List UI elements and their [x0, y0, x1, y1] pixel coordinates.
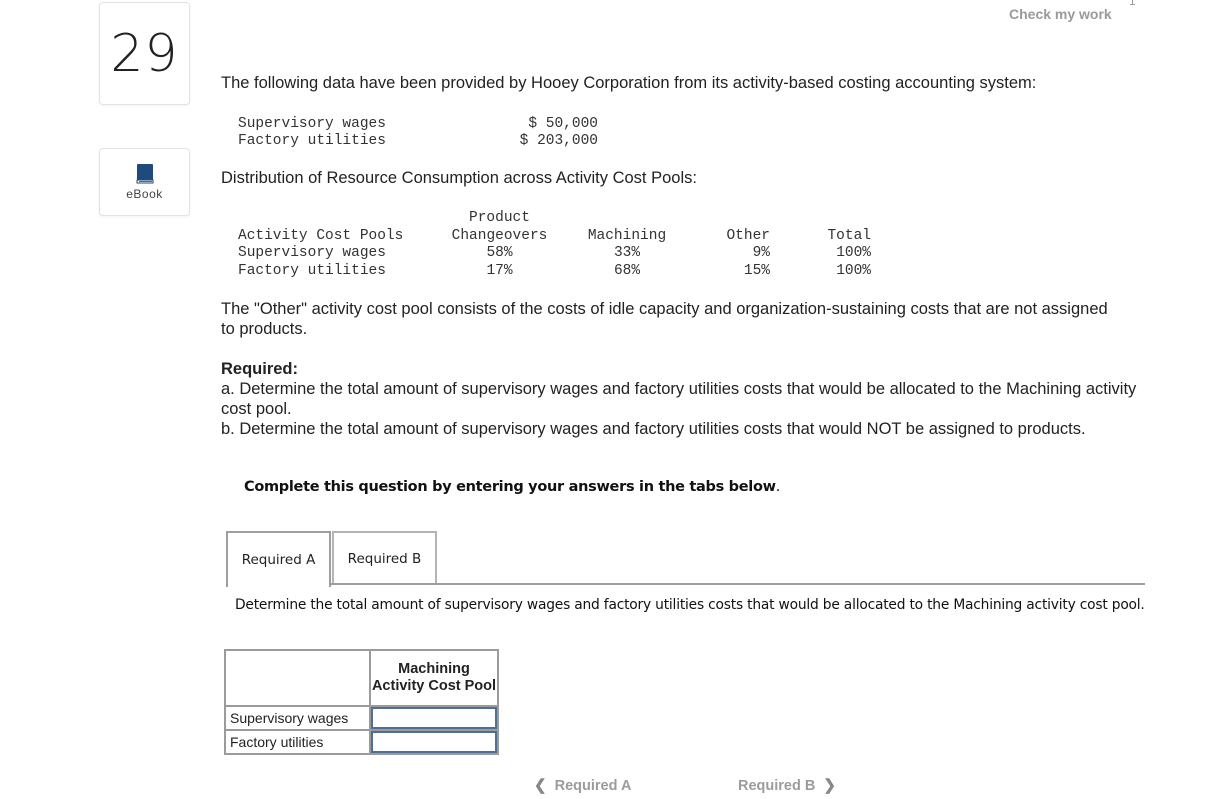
cost-row: Supervisory wages $ 50,000	[238, 116, 608, 133]
intro-text: The following data have been provided by…	[221, 74, 1037, 92]
next-label: Required B	[738, 778, 816, 794]
answer-row-label: Supervisory wages	[224, 705, 371, 731]
cell: 68%	[613, 262, 641, 279]
cell: 15%	[743, 262, 770, 279]
cost-label: Factory utilities	[238, 133, 386, 149]
distribution-heading: Distribution of Resource Consumption acr…	[221, 169, 697, 187]
question-number: 29	[110, 23, 179, 84]
check-my-work-button[interactable]: Check my work	[1009, 6, 1112, 22]
cell: 58%	[486, 245, 513, 261]
row-label: Supervisory wages	[238, 245, 386, 261]
chevron-left-icon: ❮	[534, 777, 547, 794]
supervisory-wages-input[interactable]	[371, 707, 497, 729]
header-cell: Changeovers	[451, 227, 548, 244]
machining-pool-header: Machining Activity Cost Pool	[369, 649, 499, 707]
answer-row: Factory utilities	[224, 729, 499, 755]
cost-label: Supervisory wages	[238, 116, 386, 132]
distribution-header-row: Activity Cost Pools Changeovers Machinin…	[238, 228, 878, 246]
instruction-text: Complete this question by entering your …	[244, 479, 780, 495]
header-cell: Other	[726, 227, 770, 244]
distribution-header-top: Product	[238, 210, 878, 228]
cell: 17%	[486, 262, 513, 279]
next-required-b-button[interactable]: Required B ❯	[738, 776, 836, 794]
ebook-button[interactable]: eBook	[99, 148, 190, 216]
blank-header-cell	[224, 649, 371, 707]
header-cell: Total	[827, 227, 871, 244]
answer-table: Machining Activity Cost Pool Supervisory…	[224, 649, 499, 755]
prev-label: Required A	[554, 778, 632, 794]
required-b-text: b. Determine the total amount of supervi…	[221, 420, 1086, 438]
cell: 33%	[613, 245, 641, 261]
tabs-divider	[227, 583, 1145, 585]
row-label: Factory utilities	[238, 262, 386, 279]
tab-required-b[interactable]: Required B	[332, 531, 437, 585]
check-count-badge: 1	[1129, 0, 1136, 8]
distribution-row: Supervisory wages 58% 33% 9% 100%	[238, 245, 878, 263]
header-cell: Activity Cost Pools	[238, 227, 404, 244]
answer-header-row: Machining Activity Cost Pool	[224, 649, 499, 707]
ebook-label: eBook	[126, 187, 163, 201]
question-number-box: 29	[99, 2, 190, 105]
required-heading: Required:	[221, 360, 299, 378]
book-icon	[136, 164, 153, 184]
cell: 100%	[836, 245, 871, 261]
tab-a-description: Determine the total amount of supervisor…	[235, 597, 1145, 613]
resource-costs-table: Supervisory wages $ 50,000 Factory utili…	[238, 116, 608, 150]
required-section: Required: a. Determine the total amount …	[221, 359, 1151, 439]
cell: 100%	[836, 262, 871, 279]
other-pool-note: The "Other" activity cost pool consists …	[221, 300, 1108, 338]
chevron-right-icon: ❯	[823, 777, 836, 794]
prev-required-a-button[interactable]: ❮ Required A	[534, 776, 631, 794]
instruction-main: Complete this question by entering your …	[244, 479, 776, 495]
cost-value: $ 50,000	[528, 116, 598, 132]
answer-row: Supervisory wages	[224, 705, 499, 731]
answer-row-label: Factory utilities	[224, 729, 371, 755]
required-a-text: a. Determine the total amount of supervi…	[221, 380, 1137, 418]
cost-row: Factory utilities $ 203,000	[238, 133, 608, 150]
cell: 9%	[752, 245, 770, 261]
cost-value: $ 203,000	[519, 133, 598, 149]
tab-required-a[interactable]: Required A	[226, 531, 331, 587]
header-product: Product	[469, 210, 530, 226]
factory-utilities-input[interactable]	[371, 731, 497, 753]
instruction-end: .	[775, 479, 781, 495]
distribution-table: Product Activity Cost Pools Changeovers …	[238, 210, 878, 280]
header-cell: Machining	[587, 227, 667, 244]
distribution-row: Factory utilities 17% 68% 15% 100%	[238, 263, 878, 281]
